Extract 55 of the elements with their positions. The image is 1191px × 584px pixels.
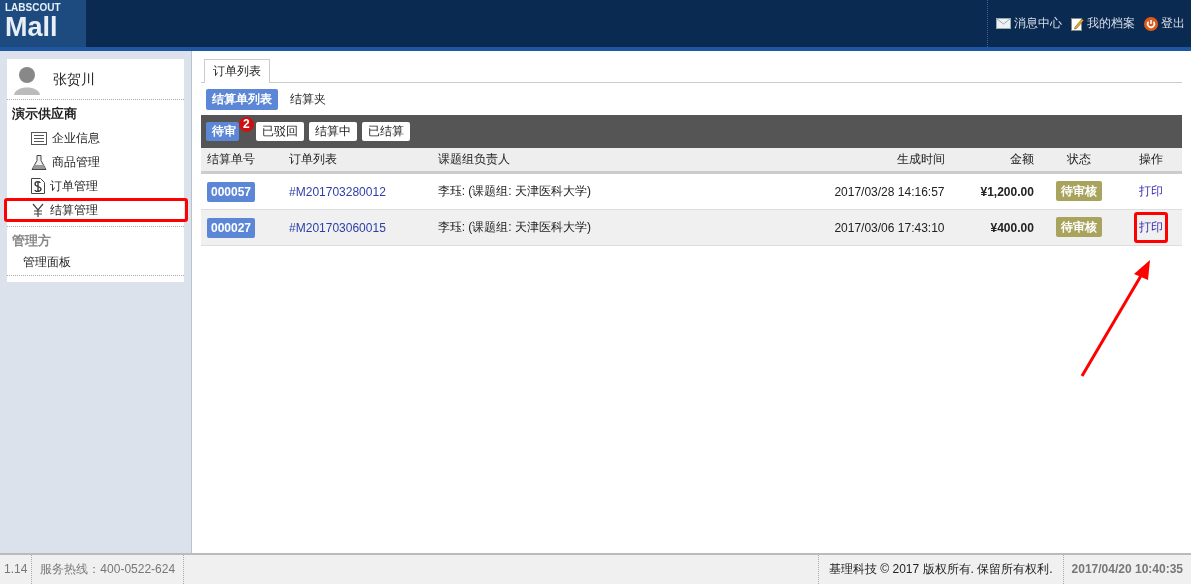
- datetime-label: 2017/04/20 10:40:35: [1070, 561, 1184, 578]
- list-icon: [31, 131, 47, 145]
- sidebar-item[interactable]: 结算管理: [4, 198, 188, 222]
- subtab[interactable]: 结算单列表: [206, 89, 278, 110]
- order-link[interactable]: #M201703060015: [289, 220, 386, 235]
- dollar-document-icon: [31, 178, 45, 194]
- header-link[interactable]: 我的档案: [1071, 15, 1135, 32]
- table-cell: ¥1,200.00: [950, 172, 1040, 210]
- settlement-id[interactable]: 000027: [207, 217, 256, 238]
- column-header: 课题组负责人: [431, 148, 784, 173]
- filter-button[interactable]: 结算中: [308, 122, 357, 141]
- print-link[interactable]: 打印: [1133, 212, 1168, 243]
- sidebar-item[interactable]: 管理面板: [9, 253, 182, 271]
- yen-icon: [31, 203, 45, 217]
- sidebar-item[interactable]: 商品管理: [9, 150, 182, 174]
- user-avatar-icon: [13, 65, 41, 95]
- column-header: 金额: [950, 148, 1040, 173]
- flask-icon: [31, 154, 47, 170]
- table-cell: ¥400.00: [950, 209, 1040, 246]
- sidebar-item[interactable]: 企业信息: [9, 126, 182, 150]
- subtab[interactable]: 结算夹: [284, 89, 332, 110]
- count-badge: 2: [239, 117, 254, 132]
- power-icon: [1144, 16, 1158, 31]
- pencil-paper-icon: [1071, 16, 1084, 31]
- hotline-label: 服务热线：400-0522-624: [32, 555, 185, 584]
- section-title: 管理方: [11, 232, 52, 250]
- status-badge: 待审核: [1056, 181, 1103, 201]
- logo-caption: LABSCOUT: [5, 2, 62, 13]
- settlement-id[interactable]: 000057: [207, 181, 256, 202]
- table-cell: 2017/03/28 14:16:57: [783, 172, 951, 210]
- logo[interactable]: LABSCOUT Mall: [0, 0, 86, 47]
- table-cell: 李珏: (课题组: 天津医科大学): [431, 172, 784, 210]
- user-name: 张贺川: [53, 71, 95, 89]
- version-label: 1.14: [0, 555, 33, 584]
- tab[interactable]: 订单列表: [204, 59, 270, 83]
- table-cell: 李珏: (课题组: 天津医科大学): [431, 209, 784, 246]
- print-link[interactable]: 打印: [1133, 176, 1168, 207]
- filter-button[interactable]: 已驳回: [255, 122, 304, 141]
- header-link[interactable]: 消息中心: [996, 15, 1062, 32]
- logo-wordmark: Mall: [5, 13, 59, 41]
- column-header: 生成时间: [783, 148, 951, 173]
- column-header: 状态: [1039, 148, 1120, 173]
- order-link[interactable]: #M201703280012: [289, 184, 386, 199]
- column-header: 结算单号: [201, 148, 284, 173]
- header-link[interactable]: 登出: [1144, 15, 1185, 32]
- envelope-icon: [996, 18, 1011, 29]
- column-header: 操作: [1119, 148, 1182, 173]
- filter-button[interactable]: 已结算: [361, 122, 410, 141]
- sidebar-item[interactable]: 订单管理: [9, 174, 182, 198]
- column-header: 订单列表: [283, 148, 432, 173]
- table-cell: 2017/03/06 17:43:10: [783, 209, 951, 246]
- status-badge: 待审核: [1056, 217, 1103, 237]
- copyright-label: 基理科技 © 2017 版权所有. 保留所有权利.: [818, 555, 1064, 584]
- section-title: 演示供应商: [11, 105, 78, 123]
- filter-button[interactable]: 待审: [206, 122, 239, 141]
